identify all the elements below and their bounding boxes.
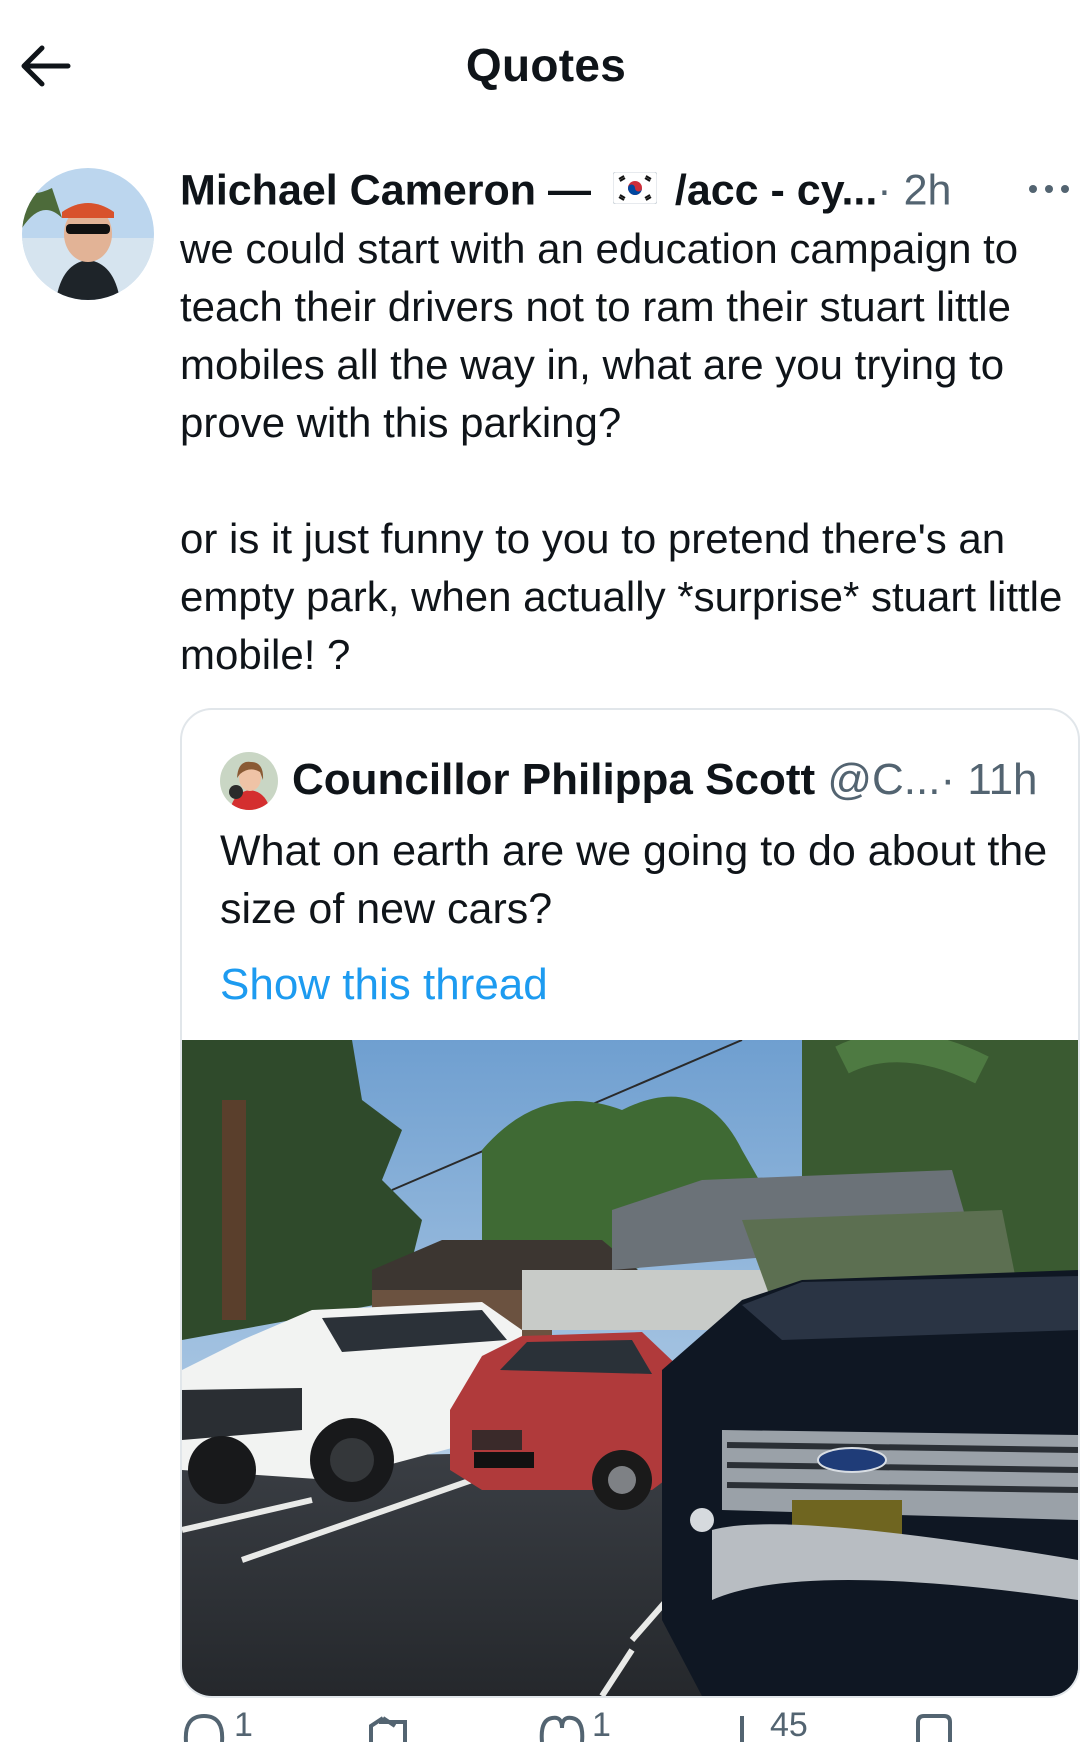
show-thread-link[interactable]: Show this thread bbox=[220, 956, 548, 1014]
tweet-paragraph: we could start with an education campaig… bbox=[180, 225, 1019, 446]
views-button[interactable]: 45 bbox=[730, 1708, 870, 1742]
reply-button[interactable]: 1 bbox=[180, 1708, 290, 1743]
bookmark-button[interactable] bbox=[912, 1712, 962, 1742]
tweet-paragraph: or is it just funny to you to pretend th… bbox=[180, 515, 1063, 678]
reply-icon bbox=[180, 1712, 228, 1751]
reply-count: 1 bbox=[234, 1706, 253, 1744]
author-name[interactable]: Michael Cameron — bbox=[180, 166, 591, 214]
quoted-author-name[interactable]: Councillor Philippa Scott bbox=[292, 755, 815, 804]
more-options-icon[interactable] bbox=[1024, 176, 1074, 202]
views-count: 45 bbox=[770, 1706, 808, 1744]
heart-icon bbox=[538, 1712, 586, 1751]
quoted-tweet-header: Councillor Philippa Scott @C...· 11h bbox=[292, 750, 1038, 810]
quoted-author-handle[interactable]: @C... bbox=[827, 755, 940, 804]
views-icon bbox=[730, 1712, 760, 1751]
tweet-text: we could start with an education campaig… bbox=[180, 220, 1080, 742]
quoted-tweet-card[interactable]: Councillor Philippa Scott @C...· 11h Wha… bbox=[180, 708, 1080, 1698]
page-title: Quotes bbox=[465, 39, 627, 91]
quoted-author-avatar[interactable] bbox=[220, 752, 278, 810]
like-button[interactable]: 1 bbox=[538, 1708, 648, 1743]
parking-lot-cars-photo[interactable] bbox=[182, 1032, 1078, 1696]
tweet-time[interactable]: · 2h bbox=[877, 166, 951, 214]
bookmark-icon bbox=[912, 1712, 956, 1751]
tweet-header: Michael Cameron — /acc - cy...· 2h bbox=[180, 162, 1080, 218]
quoted-tweet-time[interactable]: · 11h bbox=[940, 755, 1037, 804]
author-name-suffix[interactable]: /acc - cy... bbox=[675, 166, 877, 214]
repost-icon bbox=[365, 1712, 415, 1751]
top-bar: Quotes bbox=[0, 0, 1092, 130]
tweet-actions-bar: 1 1 45 bbox=[180, 1708, 1080, 1743]
repost-button[interactable] bbox=[365, 1712, 435, 1742]
author-avatar[interactable] bbox=[22, 168, 154, 300]
like-count: 1 bbox=[592, 1706, 611, 1744]
quoted-tweet-text: What on earth are we going to do about t… bbox=[220, 827, 1048, 933]
south-korea-flag-icon bbox=[612, 162, 658, 218]
